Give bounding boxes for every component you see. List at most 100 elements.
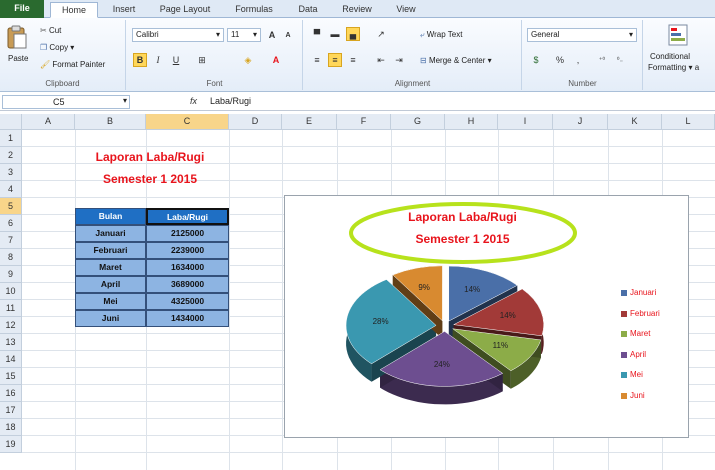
tab-data[interactable]: Data [288,2,328,18]
table-cell-month[interactable]: Mei [75,293,146,310]
data-label-mei: 28% [372,316,389,326]
column-header-a[interactable]: A [22,114,75,130]
wrap-text-button[interactable]: ⤶ Wrap Text [420,30,462,40]
font-color-button[interactable]: A [269,53,283,67]
table-cell-value[interactable]: 3689000 [146,276,229,293]
align-top-button[interactable]: ▀ [310,27,324,41]
column-header-f[interactable]: F [337,114,391,130]
tab-review[interactable]: Review [334,2,380,18]
row-header-5[interactable]: 5 [0,198,22,215]
table-cell-month[interactable]: Maret [75,259,146,276]
fill-color-button[interactable]: ◈ [241,53,255,67]
sheet-title-line2[interactable]: Semester 1 2015 [70,172,230,186]
tab-view[interactable]: View [386,2,426,18]
column-header-b[interactable]: B [75,114,146,130]
align-center-button[interactable]: ≡ [328,53,342,67]
shrink-font-button[interactable]: A [281,28,295,42]
row-header-16[interactable]: 16 [0,385,22,402]
paint-bucket-icon: ◈ [244,55,252,65]
orientation-button[interactable]: ↗ [374,27,388,41]
merge-center-button[interactable]: ⊟ Merge & Center ▾ [420,56,492,65]
bold-button[interactable]: B [133,53,147,67]
paste-label[interactable]: Paste [8,54,28,63]
table-cell-month[interactable]: April [75,276,146,293]
tab-formulas[interactable]: Formulas [226,2,282,18]
column-header-k[interactable]: K [608,114,662,130]
font-size-select[interactable]: 11 ▾ [227,28,261,42]
column-header-j[interactable]: J [553,114,608,130]
currency-button[interactable]: $ [529,53,543,67]
name-box[interactable]: C5 [2,95,130,109]
tab-file[interactable]: File [0,0,44,18]
row-header-8[interactable]: 8 [0,249,22,266]
paste-button[interactable] [6,24,28,50]
format-painter-button[interactable]: 🖌 Format Painter [40,60,105,69]
column-header-e[interactable]: E [282,114,337,130]
table-header-laba-rugi[interactable]: Laba/Rugi [146,208,229,225]
formula-bar: C5 ▾ fx Laba/Rugi [0,93,715,111]
tab-insert[interactable]: Insert [104,2,144,18]
row-header-13[interactable]: 13 [0,334,22,351]
font-name-select[interactable]: Calibri ▾ [132,28,224,42]
alignment-label: Alignment [394,79,431,88]
underline-button[interactable]: U [169,53,183,67]
row-header-12[interactable]: 12 [0,317,22,334]
row-header-19[interactable]: 19 [0,436,22,453]
table-cell-value[interactable]: 2125000 [146,225,229,242]
fx-icon[interactable]: fx [190,96,197,106]
formula-content[interactable]: Laba/Rugi [210,96,251,106]
borders-button[interactable]: ⊞ [195,53,209,67]
align-right-button[interactable]: ≡ [346,53,360,67]
number-format-select[interactable]: General ▾ [527,28,637,42]
copy-button[interactable]: ❐ Copy ▾ [40,43,74,52]
italic-button[interactable]: I [151,53,165,67]
column-header-i[interactable]: I [498,114,553,130]
comma-button[interactable]: , [571,53,585,67]
row-header-1[interactable]: 1 [0,130,22,147]
row-header-11[interactable]: 11 [0,300,22,317]
column-header-h[interactable]: H [445,114,498,130]
row-header-17[interactable]: 17 [0,402,22,419]
sheet-title-line1[interactable]: Laporan Laba/Rugi [70,150,230,164]
border-icon: ⊞ [198,55,206,65]
cut-button[interactable]: ✂ Cut [40,26,61,35]
column-header-l[interactable]: L [662,114,715,130]
table-cell-value[interactable]: 1434000 [146,310,229,327]
column-header-c[interactable]: C [146,114,229,130]
select-all-corner[interactable] [0,114,22,130]
row-header-2[interactable]: 2 [0,147,22,164]
increase-decimal-button[interactable]: ⁺⁰ [595,53,609,67]
grow-font-button[interactable]: A [265,28,279,42]
decrease-indent-button[interactable]: ⇤ [374,53,388,67]
chevron-down-icon[interactable]: ▾ [123,96,127,105]
row-header-6[interactable]: 6 [0,215,22,232]
row-header-15[interactable]: 15 [0,368,22,385]
table-cell-value[interactable]: 2239000 [146,242,229,259]
clipboard-group: Paste ✂ Cut ❐ Copy ▾ 🖌 Format Painter Cl… [0,20,126,90]
row-header-9[interactable]: 9 [0,266,22,283]
tab-page-layout[interactable]: Page Layout [150,2,220,18]
decrease-decimal-button[interactable]: ⁰₋ [613,53,627,67]
increase-indent-button[interactable]: ⇥ [392,53,406,67]
row-header-10[interactable]: 10 [0,283,22,300]
align-middle-button[interactable]: ▬ [328,27,342,41]
align-bottom-button[interactable]: ▄ [346,27,360,41]
percent-button[interactable]: % [553,53,567,67]
conditional-formatting-button[interactable] [668,24,688,46]
column-header-d[interactable]: D [229,114,282,130]
column-header-g[interactable]: G [391,114,445,130]
row-header-18[interactable]: 18 [0,419,22,436]
table-cell-month[interactable]: Februari [75,242,146,259]
align-left-button[interactable]: ≡ [310,53,324,67]
row-header-3[interactable]: 3 [0,164,22,181]
table-cell-value[interactable]: 1634000 [146,259,229,276]
table-cell-month[interactable]: Januari [75,225,146,242]
row-header-7[interactable]: 7 [0,232,22,249]
row-header-4[interactable]: 4 [0,181,22,198]
table-cell-month[interactable]: Juni [75,310,146,327]
tab-home[interactable]: Home [50,2,98,18]
row-header-14[interactable]: 14 [0,351,22,368]
pie-chart[interactable]: Laporan Laba/Rugi Semester 1 2015 14% 14%… [284,195,689,438]
table-cell-value[interactable]: 4325000 [146,293,229,310]
table-header-bulan[interactable]: Bulan [75,208,146,225]
